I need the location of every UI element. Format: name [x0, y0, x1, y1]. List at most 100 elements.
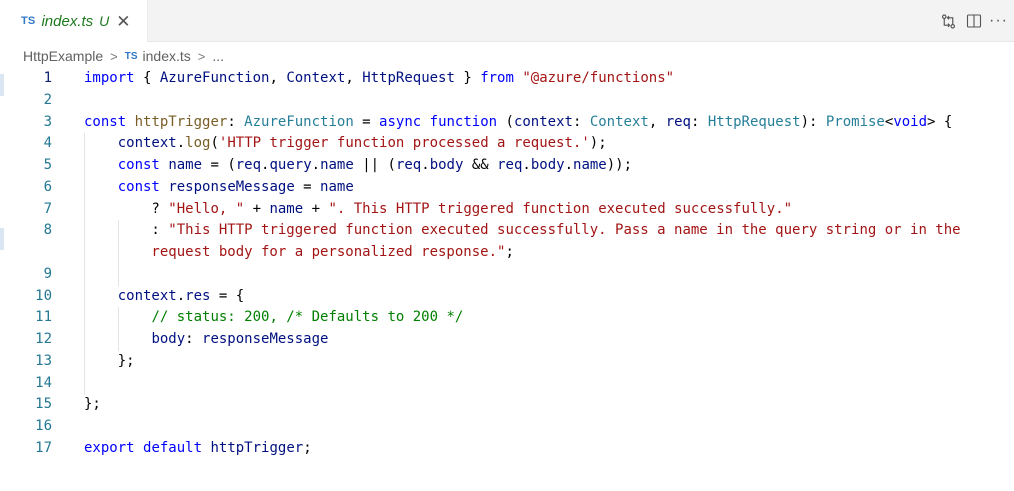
line-number: 11 [35, 309, 52, 326]
code-token: && [463, 157, 498, 173]
breadcrumb-separator: > [197, 48, 206, 64]
typescript-file-icon: TS [124, 50, 138, 62]
code-line[interactable]: context.res = { [84, 286, 244, 308]
code-line[interactable]: const httpTrigger: AzureFunction = async… [84, 112, 952, 134]
code-token: || ( [353, 157, 396, 173]
code-token: ): [800, 113, 826, 130]
breadcrumb-file[interactable]: index.ts [143, 48, 191, 64]
code-line[interactable]: body: responseMessage [84, 329, 328, 351]
line-number: 6 [43, 178, 52, 195]
breadcrumb-symbols[interactable]: ... [212, 48, 224, 64]
code-line[interactable]: import { AzureFunction, Context, HttpReq… [84, 68, 674, 90]
line-number: 17 [35, 439, 52, 456]
more-actions-icon[interactable]: ··· [989, 12, 1008, 30]
code-token: , [269, 70, 287, 86]
code-token: > { [927, 113, 953, 130]
code-token: // status: 200, /* Defaults to 200 */ [151, 309, 464, 326]
code-token: "This HTTP triggered function executed s… [168, 222, 961, 239]
code-token: const [84, 113, 127, 130]
code-token: const [117, 178, 160, 195]
code-token: req [395, 157, 422, 173]
code-token: body [530, 157, 565, 173]
line-number: 12 [35, 331, 52, 347]
indent-guide [117, 307, 119, 351]
code-token: default [143, 439, 203, 456]
code-line[interactable]: ? "Hello, " + name + ". This HTTP trigge… [84, 199, 792, 221]
code-token: + [303, 200, 329, 217]
code-token: AzureFunction [244, 113, 354, 130]
code-token: name [320, 157, 354, 173]
line-number: 14 [35, 374, 52, 391]
code-token: context [117, 287, 177, 304]
code-token: name [269, 200, 304, 217]
code-line[interactable]: request body for a personalized response… [84, 242, 513, 264]
code-token: , [648, 113, 666, 130]
code-line[interactable]: export default httpTrigger; [84, 438, 312, 460]
code-token: context [513, 113, 573, 130]
code-token: HttpRequest [707, 113, 801, 130]
code-token: name [168, 157, 203, 173]
indent-guide [84, 133, 85, 395]
tab-index-ts[interactable]: TS index.ts U ✕ [0, 0, 148, 42]
code-token: responseMessage [202, 331, 329, 347]
code-line[interactable]: : "This HTTP triggered function executed… [84, 220, 961, 242]
indent-guide [117, 220, 119, 286]
line-number: 9 [43, 265, 52, 282]
code-token: httpTrigger [134, 113, 228, 130]
code-token: req [497, 157, 523, 173]
code-line[interactable]: context.log('HTTP trigger function proce… [84, 133, 607, 155]
code-token: void [893, 113, 928, 130]
line-number: 16 [35, 418, 52, 434]
code-token: ". This HTTP triggered function executed… [328, 200, 793, 217]
code-token: } [454, 70, 481, 86]
code-token: ( [210, 135, 219, 152]
code-token: : [84, 222, 169, 239]
code-token: responseMessage [168, 178, 295, 195]
code-token: "@azure/functions" [522, 70, 675, 86]
code-line[interactable]: const responseMessage = name [84, 177, 354, 199]
code-token: HttpRequest [362, 70, 455, 86]
tab-filename: index.ts [41, 12, 94, 30]
code-token: ); [589, 135, 607, 152]
editor-actions: ··· [937, 0, 1014, 42]
code-token: . [522, 157, 531, 173]
code-token: log [185, 135, 211, 152]
code-line[interactable]: }; [84, 351, 135, 373]
close-icon[interactable]: ✕ [116, 13, 130, 30]
code-token: ( [497, 113, 514, 130]
code-token: , [345, 70, 363, 86]
git-compare-icon[interactable] [937, 10, 959, 32]
code-token: const [117, 157, 160, 173]
code-line[interactable]: }; [84, 394, 101, 416]
code-token: from [480, 70, 514, 86]
code-token: . [176, 135, 186, 152]
line-number: 4 [43, 135, 52, 152]
code-token: }; [84, 396, 101, 413]
code-token: . [311, 157, 321, 173]
breadcrumb-folder[interactable]: HttpExample [23, 48, 103, 64]
code-token: : [690, 113, 708, 130]
code-token: + [244, 200, 270, 217]
code-token: . [176, 287, 186, 304]
code-token: AzureFunction [159, 70, 270, 86]
code-token: ; [303, 439, 312, 456]
code-token: = { [210, 287, 245, 304]
code-token: )); [606, 157, 633, 173]
code-token: name [320, 178, 354, 195]
code-line[interactable]: // status: 200, /* Defaults to 200 */ [84, 307, 463, 329]
code-token: 'HTTP trigger function processed a reque… [218, 135, 590, 152]
code-line[interactable]: const name = (req.query.name || (req.bod… [84, 155, 632, 177]
line-number: 1 [43, 70, 52, 86]
code-token: name [573, 157, 607, 173]
code-token: . [421, 157, 430, 173]
line-number: 13 [35, 352, 52, 369]
code-token: : [227, 113, 245, 130]
split-editor-icon[interactable] [963, 10, 985, 32]
line-number: 2 [43, 91, 52, 108]
breadcrumb-separator: > [110, 48, 118, 64]
code-editor[interactable]: 1 import { AzureFunction, Context, HttpRe… [0, 68, 1014, 491]
